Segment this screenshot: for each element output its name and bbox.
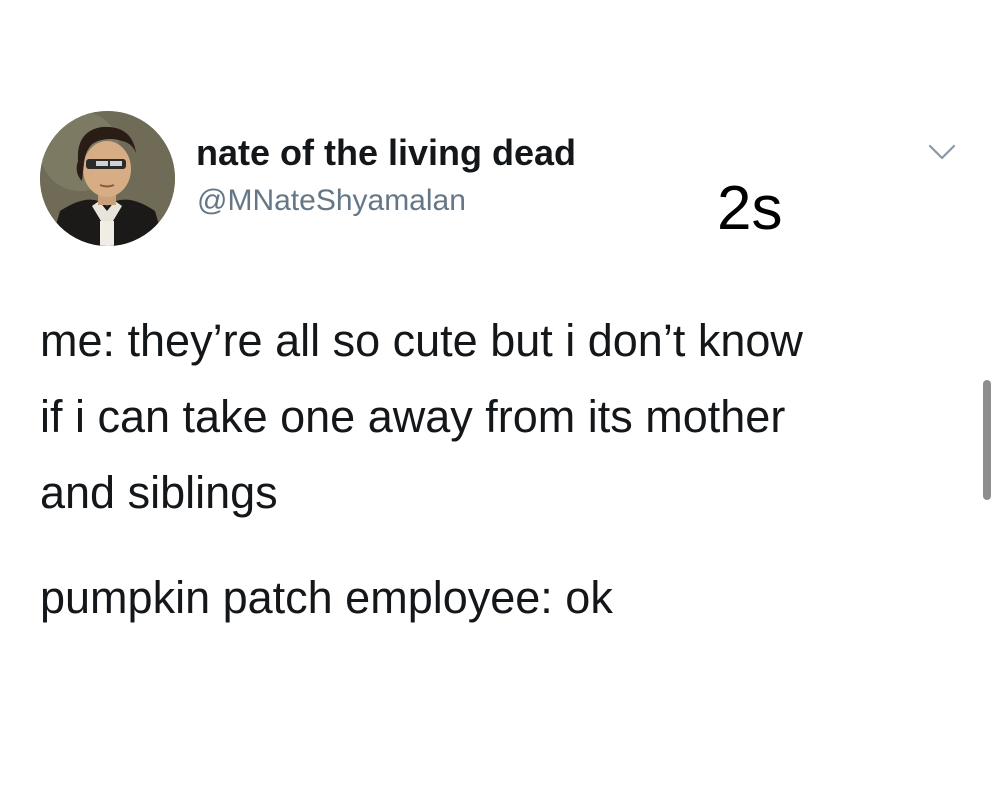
display-name[interactable]: nate of the living dead bbox=[196, 132, 576, 174]
tweet-text: me: they’re all so cute but i don’t know… bbox=[40, 303, 960, 531]
chevron-down-icon bbox=[928, 144, 956, 160]
avatar[interactable] bbox=[40, 111, 175, 246]
scrollbar[interactable] bbox=[983, 380, 991, 500]
tweet-text-line: and siblings bbox=[40, 467, 278, 518]
tweet-text-paragraph: pumpkin patch employee: ok bbox=[40, 572, 613, 623]
tweet-text-line: if i can take one away from its mother bbox=[40, 391, 786, 442]
tweet-menu-button[interactable] bbox=[924, 140, 960, 164]
timestamp: 2s bbox=[717, 174, 783, 243]
tweet-screenshot: nate of the living dead @MNateShyamalan … bbox=[0, 0, 1000, 799]
user-handle[interactable]: @MNateShyamalan bbox=[197, 183, 466, 219]
tweet-text-line: me: they’re all so cute but i don’t know bbox=[40, 315, 803, 366]
avatar-portrait-icon bbox=[40, 111, 175, 246]
